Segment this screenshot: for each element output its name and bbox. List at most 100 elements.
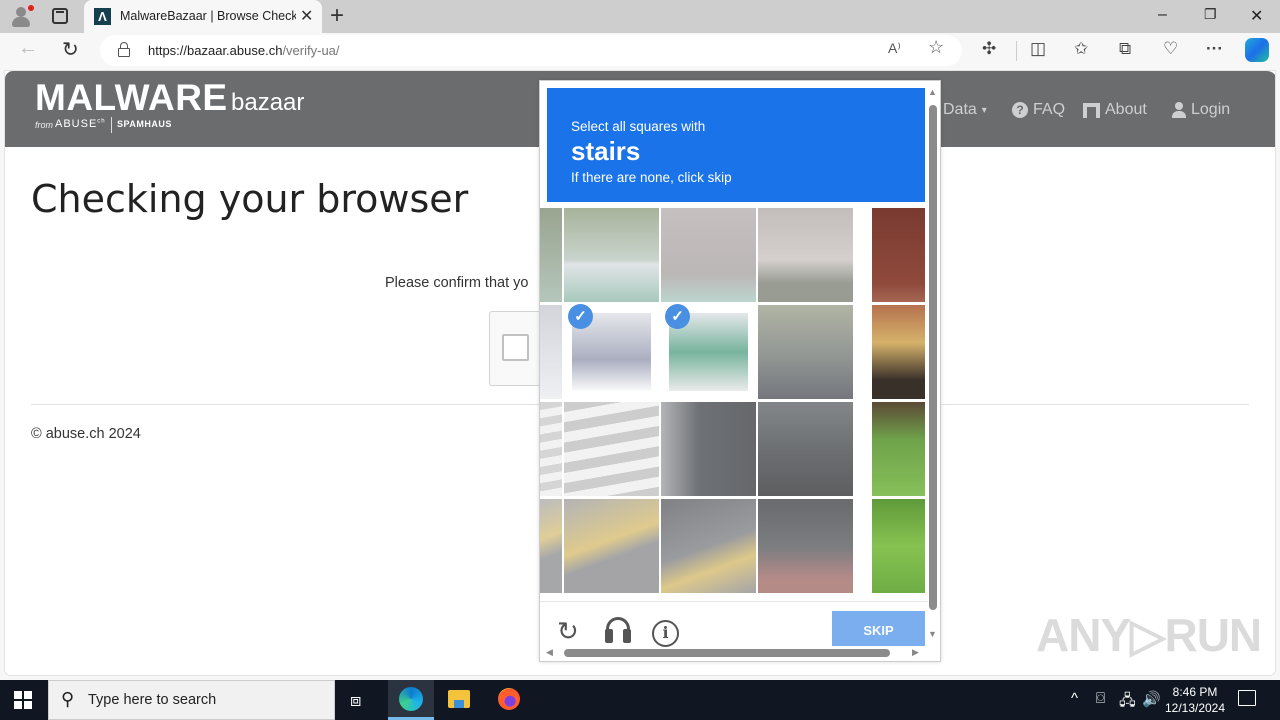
site-favicon-icon: Λ (94, 8, 111, 25)
captcha-tile[interactable] (872, 305, 925, 399)
url-path: /verify-ua/ (282, 43, 340, 58)
profile-icon[interactable] (10, 5, 34, 27)
favorites-icon[interactable]: ✩ (1074, 39, 1088, 59)
info-icon[interactable]: i (652, 620, 679, 647)
close-window-button[interactable]: ✕ (1250, 6, 1263, 26)
captcha-tile[interactable] (758, 305, 853, 399)
anyrun-watermark: ANY▷RUN (1036, 609, 1262, 661)
captcha-tile[interactable] (758, 499, 853, 593)
challenge-instruction: Select all squares with (571, 119, 706, 134)
url-text[interactable]: https://bazaar.abuse.ch/verify-ua/ (148, 43, 340, 58)
reload-icon[interactable]: ↻ (62, 37, 79, 62)
nav-about-label: About (1105, 101, 1147, 118)
meet-now-icon[interactable]: ⌼ (1096, 690, 1105, 707)
task-view-icon[interactable]: ⧈ (350, 690, 361, 711)
address-bar[interactable]: https://bazaar.abuse.ch/verify-ua/ A⁾ ☆ (100, 35, 962, 66)
captcha-tile[interactable] (540, 402, 562, 496)
clock[interactable]: 8:46 PM 12/13/2024 (1160, 684, 1230, 716)
scroll-right-icon[interactable]: ▶ (912, 647, 919, 658)
captcha-checkbox[interactable] (502, 334, 529, 361)
scroll-thumb[interactable] (929, 105, 937, 610)
captcha-tile[interactable] (661, 499, 756, 593)
challenge-hint: If there are none, click skip (571, 170, 732, 185)
volume-icon[interactable]: 🔊 (1142, 690, 1161, 708)
abuse-sup: ch (97, 118, 106, 125)
captcha-tile[interactable] (564, 402, 659, 496)
firefox-icon[interactable] (498, 688, 520, 710)
search-icon: ⚲ (61, 689, 75, 709)
extensions-icon[interactable]: ✣ (982, 39, 996, 59)
confirm-text: Please confirm that yo (385, 275, 529, 291)
split-screen-icon[interactable]: ◫ (1030, 39, 1046, 59)
read-aloud-icon[interactable]: A⁾ (888, 40, 901, 57)
collections-icon[interactable]: ⧉ (1119, 39, 1131, 59)
browser-essentials-icon[interactable]: ♡ (1163, 39, 1178, 59)
search-placeholder: Type here to search (88, 692, 217, 708)
close-tab-icon[interactable]: ✕ (300, 6, 313, 26)
captcha-tile[interactable] (540, 305, 562, 399)
captcha-tile[interactable] (564, 499, 659, 593)
captcha-tile[interactable] (564, 208, 659, 302)
taskbar-search[interactable]: ⚲ Type here to search (48, 680, 335, 720)
challenge-header: Select all squares with stairs If there … (547, 88, 925, 202)
hscroll-thumb[interactable] (564, 649, 890, 657)
reload-challenge-icon[interactable]: ↻ (557, 616, 579, 647)
nav-login[interactable]: Login (1171, 101, 1230, 119)
horizontal-scrollbar[interactable]: ◀ ▶ (546, 647, 922, 659)
edge-taskbar-button[interactable] (388, 680, 434, 720)
logo-bazaar[interactable]: bazaar (231, 89, 304, 117)
network-icon[interactable]: 🖧 (1119, 690, 1136, 715)
challenge-footer-divider (540, 601, 928, 602)
clock-date: 12/13/2024 (1164, 701, 1226, 715)
question-circle-icon: ? (1012, 102, 1028, 118)
nav-faq[interactable]: ? FAQ (1012, 101, 1065, 119)
tray-chevron-icon[interactable]: ^ (1071, 690, 1078, 707)
captcha-tile[interactable] (758, 402, 853, 496)
url-host: https://bazaar.abuse.ch (148, 43, 283, 58)
favorite-star-icon[interactable]: ☆ (928, 37, 944, 58)
caret-down-icon: ▾ (981, 104, 987, 116)
notifications-icon[interactable] (1238, 690, 1256, 706)
building-icon (1083, 102, 1100, 118)
back-arrow-icon[interactable]: ← (18, 37, 38, 60)
toolbar-divider (1016, 41, 1017, 61)
abuse-text: ABUSE (55, 118, 98, 130)
file-explorer-icon[interactable] (448, 690, 470, 708)
minimize-button[interactable]: – (1158, 6, 1167, 24)
taskbar: ⚲ Type here to search ⧈ ^ ⌼ 🖧 🔊 8:46 PM … (0, 680, 1280, 720)
captcha-tile[interactable] (872, 402, 925, 496)
captcha-tile[interactable] (540, 499, 562, 593)
edge-icon (399, 687, 423, 711)
captcha-tile[interactable] (872, 208, 925, 302)
user-icon (1171, 102, 1186, 118)
lock-icon[interactable] (118, 42, 130, 57)
nav-data-dropdown[interactable]: Data ▾ (943, 101, 987, 119)
copilot-icon[interactable] (1245, 38, 1269, 62)
restore-button[interactable]: ❐ (1204, 6, 1217, 23)
captcha-challenge-popup: Select all squares with stairs If there … (539, 80, 941, 662)
windows-start-icon[interactable] (14, 691, 32, 709)
captcha-tile[interactable] (540, 208, 562, 302)
page-title: Checking your browser (31, 177, 469, 221)
tile-selected-check-icon: ✓ (665, 304, 690, 329)
vertical-scrollbar[interactable]: ▲ ▼ (928, 85, 938, 645)
scroll-down-icon[interactable]: ▼ (928, 629, 937, 639)
tile-selected-check-icon: ✓ (568, 304, 593, 329)
browser-tab[interactable]: Λ MalwareBazaar | Browse Checking your b… (84, 0, 322, 33)
captcha-tile[interactable] (661, 402, 756, 496)
tab-actions-icon[interactable] (52, 8, 68, 24)
footer-copyright: © abuse.ch 2024 (31, 426, 141, 442)
more-menu-icon[interactable]: ··· (1206, 39, 1223, 59)
tab-title: MalwareBazaar | Browse Checking your bro… (120, 9, 296, 23)
headphones-icon[interactable] (604, 617, 632, 645)
captcha-tile[interactable] (661, 208, 756, 302)
logo-malware[interactable]: MALWARE (35, 77, 228, 119)
new-tab-button[interactable]: + (330, 2, 344, 30)
skip-button[interactable]: SKIP (832, 611, 925, 646)
scroll-left-icon[interactable]: ◀ (546, 647, 553, 658)
captcha-tile[interactable] (872, 499, 925, 593)
tab-strip: Λ MalwareBazaar | Browse Checking your b… (0, 0, 1280, 33)
nav-about[interactable]: About (1083, 101, 1147, 119)
scroll-up-icon[interactable]: ▲ (928, 87, 937, 97)
captcha-tile[interactable] (758, 208, 853, 302)
